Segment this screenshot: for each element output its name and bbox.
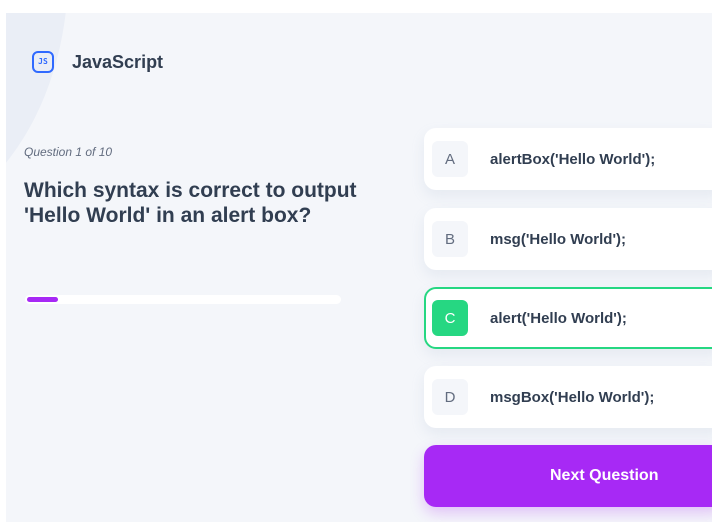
option-letter: B xyxy=(432,221,468,257)
subject-title: JavaScript xyxy=(72,51,164,72)
option-text: alert('Hello World'); xyxy=(490,309,627,327)
progress-bar xyxy=(25,295,341,304)
question-text: Which syntax is correct to output 'Hello… xyxy=(24,179,357,227)
quiz-page: JS JavaScript Question 1 of 10 Which syn… xyxy=(0,0,712,522)
option-d[interactable]: D msgBox('Hello World'); xyxy=(424,366,712,428)
option-b[interactable]: B msg('Hello World'); xyxy=(424,208,712,270)
next-question-button[interactable]: Next Question xyxy=(424,445,712,507)
option-text: msg('Hello World'); xyxy=(490,230,627,248)
quiz-header: JS JavaScript xyxy=(32,51,163,73)
question-count: Question 1 of 10 xyxy=(24,145,113,159)
option-text: alertBox('Hello World'); xyxy=(490,150,656,168)
progress-fill xyxy=(27,297,58,302)
option-c[interactable]: C alert('Hello World'); xyxy=(424,287,712,349)
option-letter: D xyxy=(432,379,468,415)
option-a[interactable]: A alertBox('Hello World'); xyxy=(424,128,712,190)
option-letter: A xyxy=(432,141,468,177)
javascript-icon: JS xyxy=(32,51,54,73)
option-text: msgBox('Hello World'); xyxy=(490,388,655,406)
option-letter: C xyxy=(432,300,468,336)
